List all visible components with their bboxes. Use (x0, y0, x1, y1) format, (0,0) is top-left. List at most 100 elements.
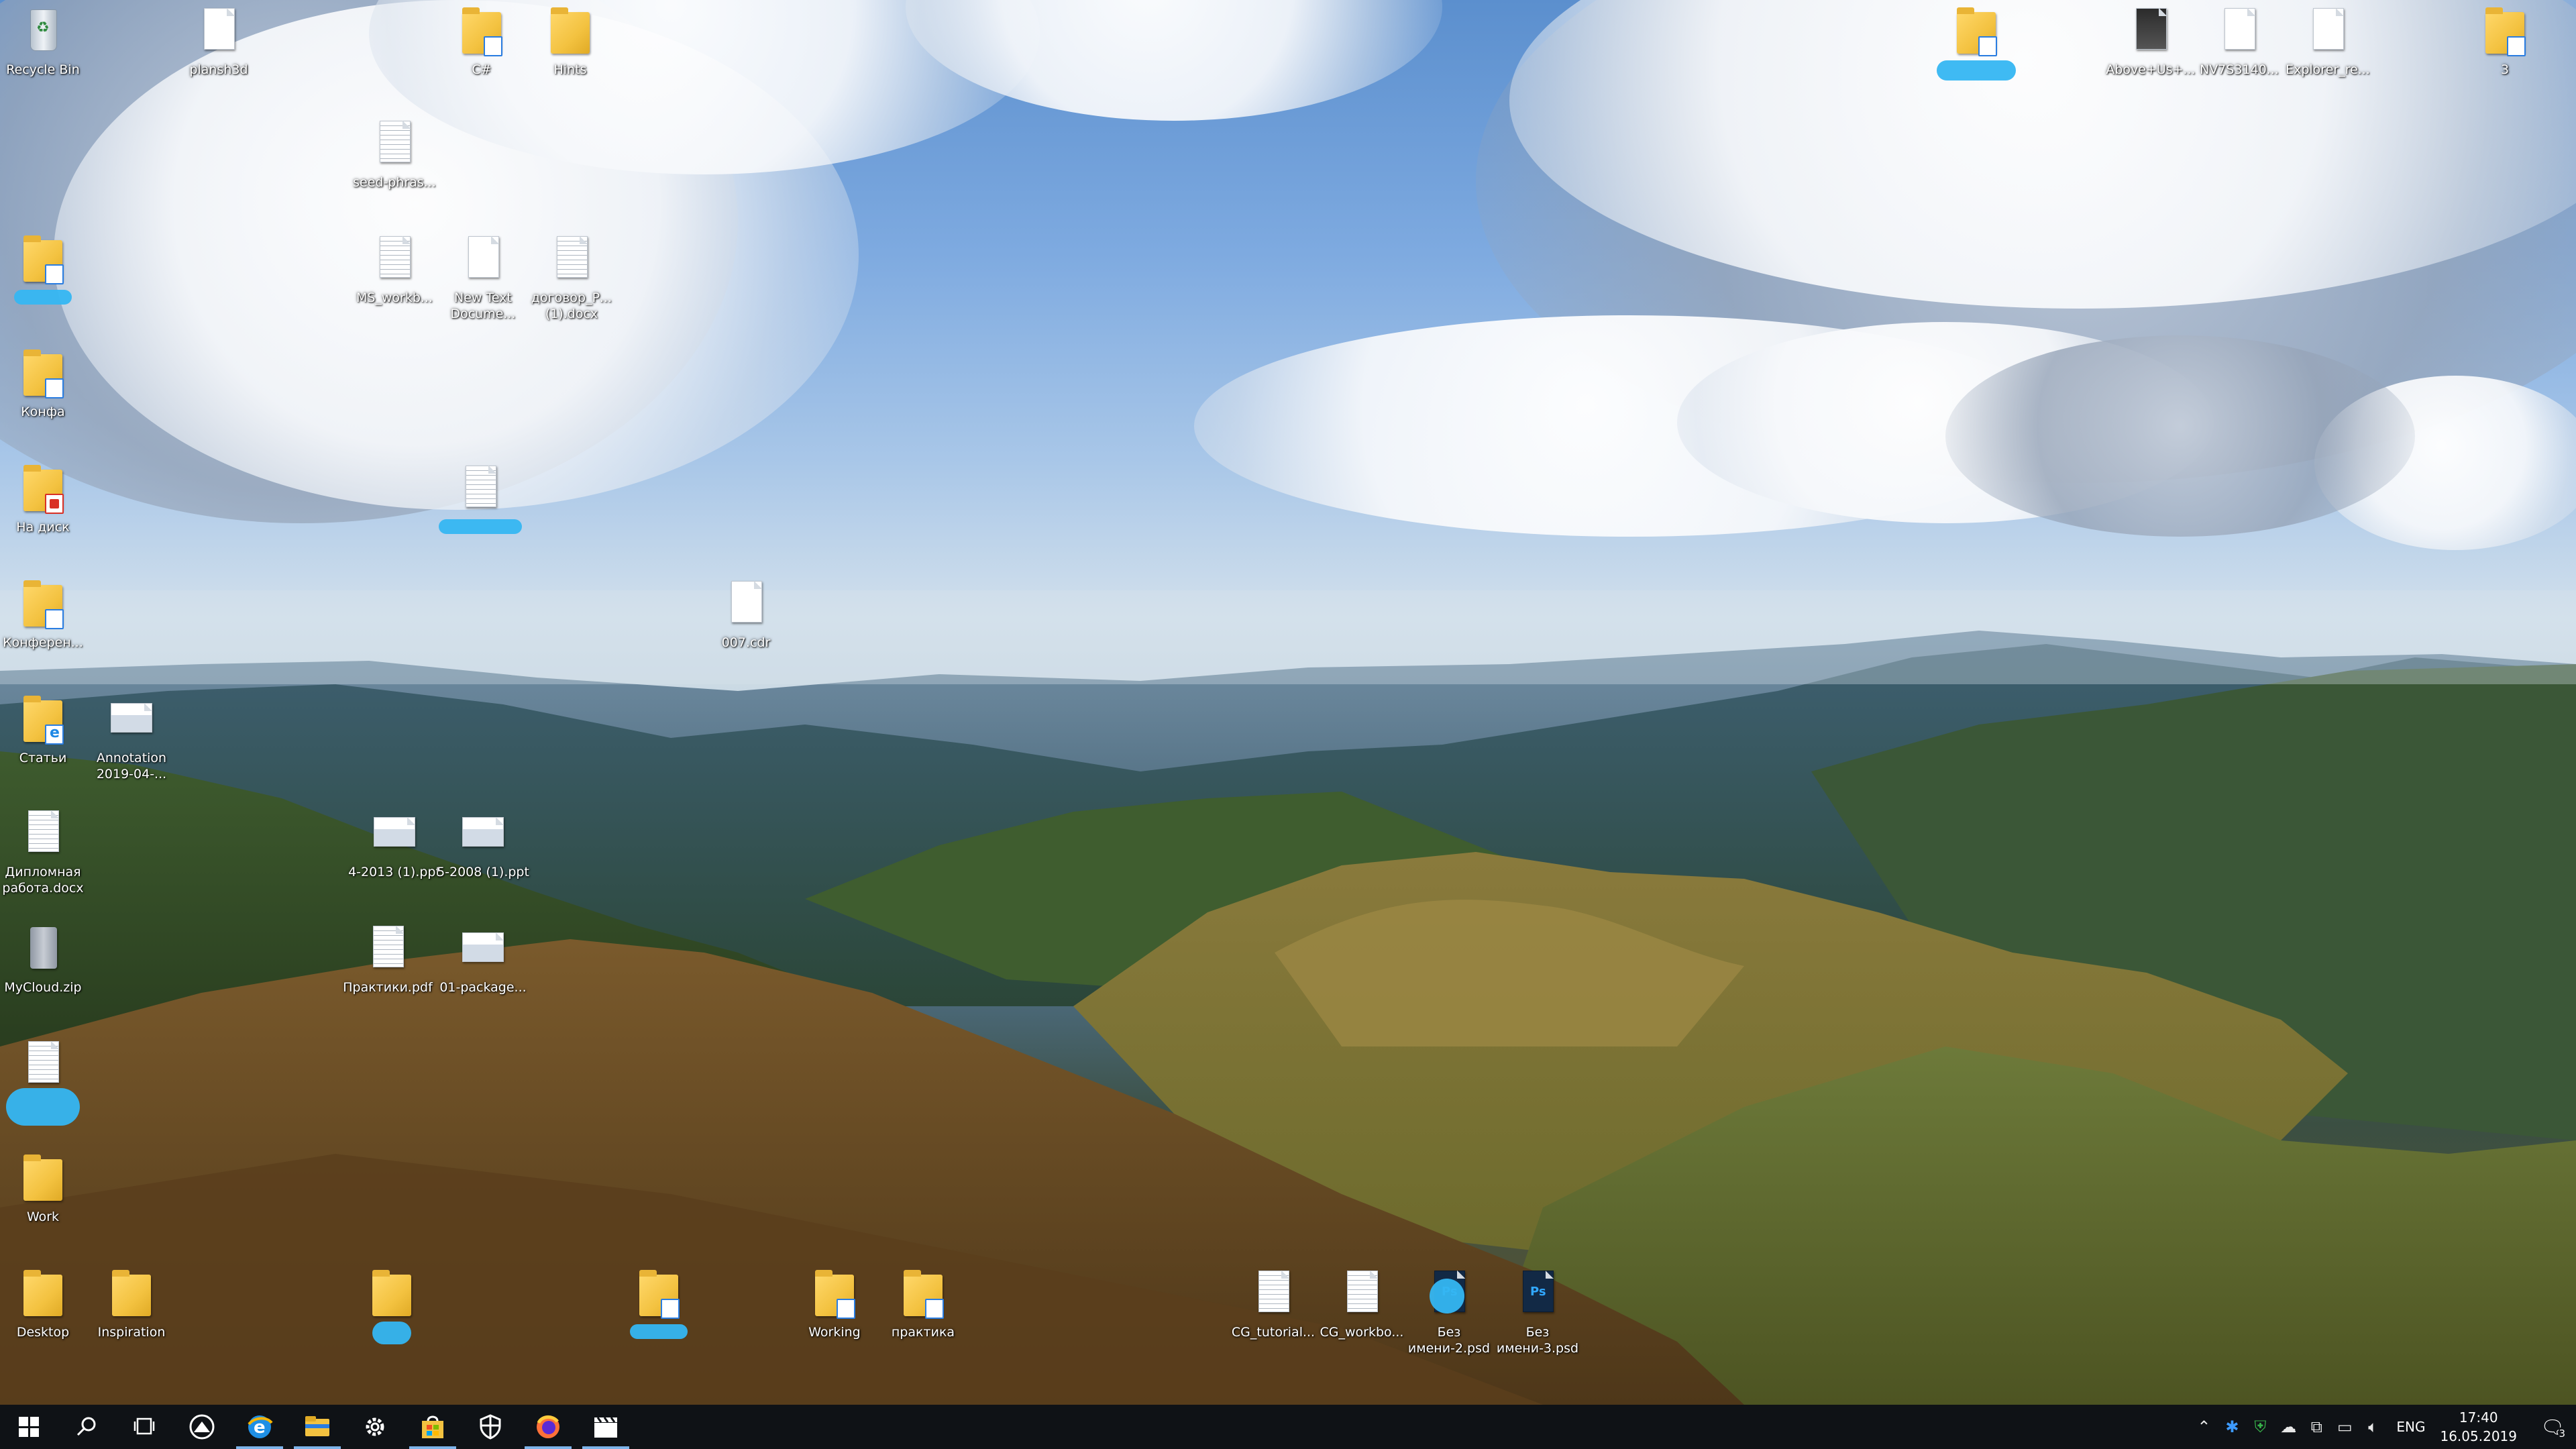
file-seed-phrase[interactable]: seed-phras... (347, 115, 441, 191)
input-language-indicator[interactable]: ENG (2396, 1419, 2425, 1435)
folder-icon (23, 350, 64, 398)
icon-label: договор_Р... (1).docx (531, 290, 612, 321)
icon-label: MyCloud.zip (4, 980, 82, 995)
folder-redacted-5[interactable] (612, 1265, 706, 1339)
file-dogovor[interactable]: договор_Р... (1).docx (525, 231, 619, 322)
document-icon (380, 236, 411, 278)
search-button[interactable] (58, 1405, 115, 1449)
redacted-label (14, 290, 72, 305)
pdf-file-icon (373, 926, 404, 967)
icon-label: 01-package... (439, 980, 527, 995)
file-annotation[interactable]: Annotation 2019-04-... (85, 691, 178, 782)
folder-praktika[interactable]: практика (876, 1265, 970, 1340)
icon-label: 4-2013 (1).ppt (348, 865, 441, 879)
folder-icon (815, 1270, 855, 1319)
taskbar-app-edge[interactable]: e (231, 1405, 288, 1449)
action-center-button[interactable]: 🗨︎ 3 (2529, 1405, 2576, 1449)
taskbar-app-video-editor[interactable] (577, 1405, 635, 1449)
folder-3[interactable]: 3 (2458, 3, 2552, 78)
icon-label: Hints (553, 62, 587, 77)
file-redacted-2[interactable] (433, 460, 527, 534)
folder-icon (23, 696, 64, 745)
folder-redacted-6[interactable] (1929, 3, 2023, 80)
icon-label: Без имени-3.psd (1496, 1325, 1579, 1356)
folder-na-disk[interactable]: На диск (0, 460, 90, 535)
clock-time: 17:40 (2459, 1409, 2498, 1426)
recycle-bin-icon[interactable]: Recycle Bin (0, 3, 90, 78)
sync-icon[interactable]: ⧉ (2302, 1417, 2330, 1436)
file-praktiki-pdf[interactable]: Практики.pdf (341, 920, 435, 996)
folder-working[interactable]: Working (788, 1265, 881, 1340)
icon-label: seed-phras... (353, 175, 436, 190)
folder-redacted-4[interactable] (345, 1265, 439, 1344)
file-diplomnaya[interactable]: Дипломная работа.docx (0, 805, 90, 896)
taskbar: e ⌃ ✱ ⛨ ☁ ⧉ ▭ 🔈︎ ENG 17:40 16.05.2019 🗨︎… (0, 1405, 2576, 1449)
text-file-icon (380, 121, 411, 162)
icon-label: практика (891, 1325, 955, 1340)
folder-konfa[interactable]: Конфа (0, 345, 90, 420)
taskbar-app-defender[interactable] (462, 1405, 519, 1449)
folder-desktop[interactable]: Desktop (0, 1265, 90, 1340)
defender-shield-tray-icon[interactable]: ⛨ (2246, 1417, 2274, 1436)
folder-icon (23, 580, 64, 629)
file-new-text-document[interactable]: New Text Docume... (436, 231, 530, 322)
file-007-cdr[interactable]: 007.cdr (699, 576, 793, 651)
file-bez-imeni-3-psd[interactable]: Без имени-3.psd (1491, 1265, 1585, 1356)
folder-icon (904, 1270, 944, 1319)
word-document-icon (557, 236, 588, 278)
folder-stati[interactable]: Статьи (0, 691, 90, 766)
file-cg-tutorial[interactable]: CG_tutorial... (1226, 1265, 1320, 1340)
recycle-bin-glyph-icon (30, 9, 57, 51)
file-nv7s3140[interactable]: NV7S3140... (2192, 3, 2286, 78)
file-redacted-3[interactable] (0, 1036, 90, 1126)
icon-label: Annotation 2019-04-... (96, 751, 167, 782)
redacted-thumbnail (1430, 1279, 1464, 1313)
file-ppt-4-2013[interactable]: 4-2013 (1).ppt (347, 805, 441, 880)
file-bez-imeni-2-psd[interactable]: Без имени-2.psd (1402, 1265, 1496, 1356)
icon-label: CG_workbo... (1320, 1325, 1404, 1340)
file-01-package[interactable]: 01-package... (436, 920, 530, 996)
file-ppt-5-2008[interactable]: 5-2008 (1).ppt (436, 805, 530, 880)
icon-label: Статьи (19, 751, 67, 765)
volume-icon[interactable]: 🔈︎ (2359, 1417, 2387, 1436)
network-icon[interactable]: ▭ (2330, 1417, 2359, 1436)
file-plansh3d[interactable]: plansh3d (172, 3, 266, 78)
video-editor-icon (594, 1417, 617, 1438)
file-explorer-re[interactable]: Explorer_re... (2281, 3, 2375, 78)
taskbar-app-settings[interactable] (346, 1405, 404, 1449)
file-above-us[interactable]: Above+Us+... (2104, 3, 2198, 78)
folder-konferen[interactable]: Конферен... (0, 576, 90, 651)
photoshop-file-icon (1523, 1271, 1554, 1312)
folder-hints[interactable]: Hints (523, 3, 617, 78)
task-view-icon (133, 1417, 155, 1435)
icon-label: 007.cdr (721, 635, 771, 650)
file-ms-workbook[interactable]: MS_workb... (347, 231, 441, 306)
camera-app-icon (189, 1414, 215, 1440)
file-mycloud-zip[interactable]: MyCloud.zip (0, 920, 90, 996)
taskbar-app-camera[interactable] (173, 1405, 231, 1449)
bluetooth-icon[interactable]: ✱ (2218, 1417, 2246, 1436)
taskbar-app-file-explorer[interactable] (288, 1405, 346, 1449)
search-icon (76, 1417, 96, 1436)
taskbar-app-store[interactable] (404, 1405, 462, 1449)
store-icon (422, 1415, 443, 1438)
icon-label: Above+Us+... (2106, 62, 2196, 77)
file-cg-workbook[interactable]: CG_workbo... (1315, 1265, 1409, 1340)
folder-work[interactable]: Work (0, 1150, 90, 1225)
folder-icon (23, 1270, 62, 1316)
icon-label: NV7S3140... (2200, 62, 2279, 77)
folder-csharp[interactable]: C# (435, 3, 529, 78)
icon-label: CG_tutorial... (1231, 1325, 1316, 1340)
onedrive-cloud-icon[interactable]: ☁ (2274, 1417, 2302, 1436)
powerpoint-file-icon (462, 817, 504, 847)
image-file-icon (111, 703, 152, 733)
taskbar-app-firefox[interactable] (519, 1405, 577, 1449)
show-hidden-icons-chevron-up-icon[interactable]: ⌃ (2190, 1417, 2218, 1436)
clock[interactable]: 17:40 16.05.2019 (2440, 1408, 2517, 1446)
folder-redacted-1[interactable] (0, 231, 90, 305)
task-view-button[interactable] (115, 1405, 173, 1449)
icon-label: На диск (16, 520, 70, 535)
start-button[interactable] (0, 1405, 58, 1449)
icon-label: Inspiration (97, 1325, 166, 1340)
folder-inspiration[interactable]: Inspiration (85, 1265, 178, 1340)
